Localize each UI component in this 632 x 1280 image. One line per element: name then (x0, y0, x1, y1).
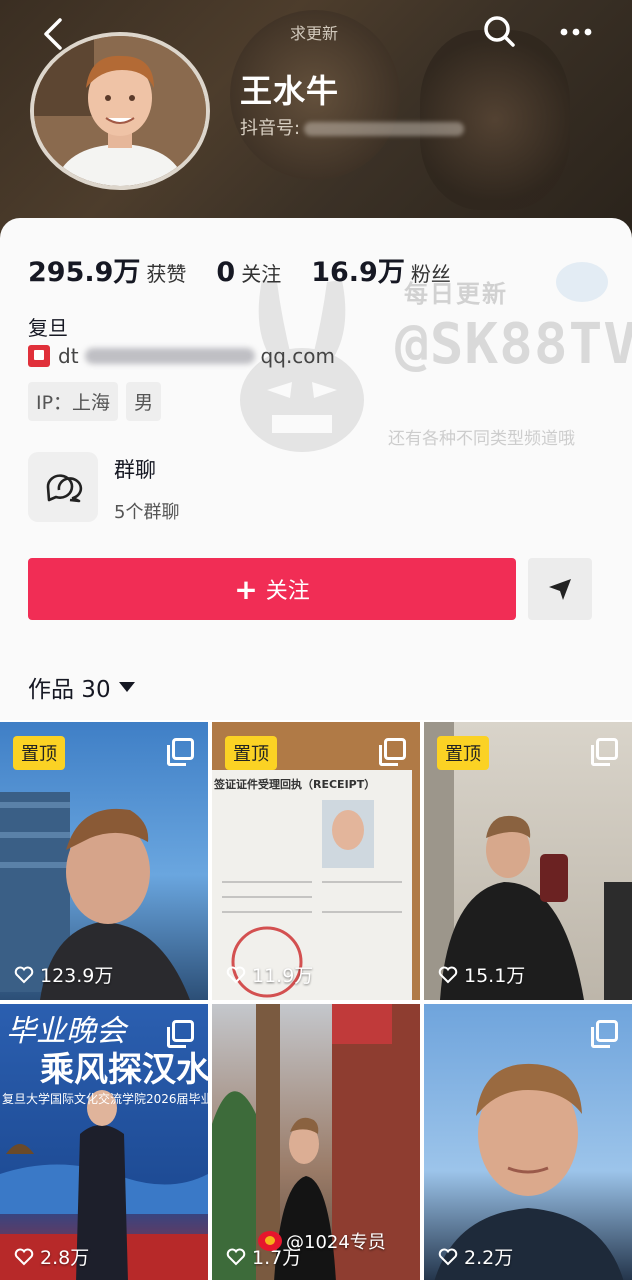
avatar[interactable] (30, 32, 210, 190)
multi-image-icon (379, 738, 406, 766)
email-prefix: dt (58, 344, 79, 368)
banner-line2: 乘风探汉水 (40, 1050, 208, 1090)
profile-header: 求更新 王水牛 抖音号: (0, 0, 632, 240)
email-redacted (84, 348, 255, 364)
plus-icon: + (234, 572, 258, 606)
share-button[interactable] (528, 558, 592, 620)
video-tile[interactable]: 置顶 15.1万 (424, 722, 632, 1000)
request-update-label[interactable]: 求更新 (290, 20, 338, 44)
video-grid: 置顶 123.9万 签证证件受理回执（RECEIPT） 置顶 11.9万 置顶 … (0, 720, 632, 1280)
heart-icon (226, 1248, 246, 1265)
douyin-id: 抖音号: (240, 114, 465, 140)
heart-icon (14, 1248, 34, 1265)
follow-button[interactable]: + 关注 (28, 558, 516, 620)
bio-school: 复旦 (28, 316, 68, 340)
receipt-title: 签证证件受理回执（RECEIPT） (214, 778, 376, 791)
likes-label: 获赞 (146, 262, 187, 286)
following-count[interactable]: 0 (216, 257, 235, 288)
douyin-id-label: 抖音号: (240, 118, 301, 139)
douyin-id-redacted (304, 122, 465, 136)
pinned-badge: 置顶 (225, 736, 277, 770)
video-tile[interactable]: 签证证件受理回执（RECEIPT） 置顶 11.9万 (212, 722, 420, 1000)
video-tile[interactable]: 2.2万 (424, 1004, 632, 1280)
caret-down-icon (118, 682, 135, 692)
multi-image-icon (591, 1020, 618, 1048)
follow-button-label: 关注 (265, 579, 310, 604)
followers-label[interactable]: 粉丝 (411, 258, 451, 287)
like-count-value: 2.8万 (40, 1247, 90, 1269)
ip-location-tag: IP：上海 (28, 382, 119, 421)
likes-count: 295.9万 (28, 257, 141, 288)
like-count-value: 2.2万 (464, 1247, 514, 1269)
video-tile[interactable]: 置顶 123.9万 (0, 722, 208, 1000)
group-chat-entry[interactable] (28, 452, 98, 522)
mail-icon (28, 345, 50, 367)
tab-works[interactable]: 作品 30 (28, 670, 135, 704)
more-options-icon[interactable] (556, 14, 596, 50)
multi-image-icon (167, 738, 194, 766)
like-count-value: 123.9万 (40, 965, 114, 987)
like-count-value: 11.9万 (252, 965, 314, 987)
banner-line3: 复旦大学国际文化交流学院2026届毕业晚会 (2, 1092, 208, 1106)
heart-icon (438, 966, 458, 983)
heart-icon (14, 966, 34, 983)
gender-tag: 男 (126, 382, 162, 421)
bio-email: dt qq.com (28, 344, 335, 368)
multi-image-icon (591, 738, 618, 766)
pinned-badge: 置顶 (13, 736, 65, 770)
weibo-credit: @1024专员 (258, 1228, 386, 1254)
works-tab-label: 作品 30 (28, 677, 111, 703)
like-count: 15.1万 (438, 961, 525, 988)
heart-icon (226, 966, 246, 983)
nickname: 王水牛 (240, 72, 340, 110)
group-chat-title[interactable]: 群聊 (114, 454, 156, 484)
like-count: 123.9万 (14, 961, 113, 988)
weibo-credit-text: @1024专员 (286, 1232, 386, 1253)
profile-card: 每日更新 @SK88TV 还有各种不同类型频道哦 295.9万 获赞 0 关注 … (0, 218, 632, 720)
send-icon (549, 579, 571, 600)
like-count: 2.2万 (438, 1243, 513, 1270)
following-label[interactable]: 关注 (241, 258, 281, 287)
watermark-line3: 还有各种不同类型频道哦 (388, 429, 575, 449)
like-count: 2.8万 (14, 1243, 89, 1270)
group-chat-icon (46, 474, 83, 503)
profile-tags: IP：上海 男 (28, 382, 169, 421)
pinned-badge: 置顶 (437, 736, 489, 770)
like-count: 11.9万 (226, 961, 313, 988)
stats-row: 295.9万 获赞 0 关注 16.9万 粉丝 (28, 250, 481, 289)
search-icon[interactable] (480, 12, 520, 52)
followers-count[interactable]: 16.9万 (311, 250, 405, 289)
like-count-value: 15.1万 (464, 965, 526, 987)
multi-image-icon (167, 1020, 194, 1048)
group-chat-count[interactable]: 5个群聊 (114, 498, 179, 524)
heart-icon (438, 1248, 458, 1265)
email-suffix: qq.com (260, 344, 336, 368)
telegram-watermark-icon (556, 262, 608, 302)
weibo-logo-icon (258, 1231, 282, 1251)
watermark-line2: @SK88TV (395, 312, 632, 377)
video-tile[interactable]: 毕业晚会 乘风探汉水 复旦大学国际文化交流学院2026届毕业晚会 2.8万 (0, 1004, 208, 1280)
